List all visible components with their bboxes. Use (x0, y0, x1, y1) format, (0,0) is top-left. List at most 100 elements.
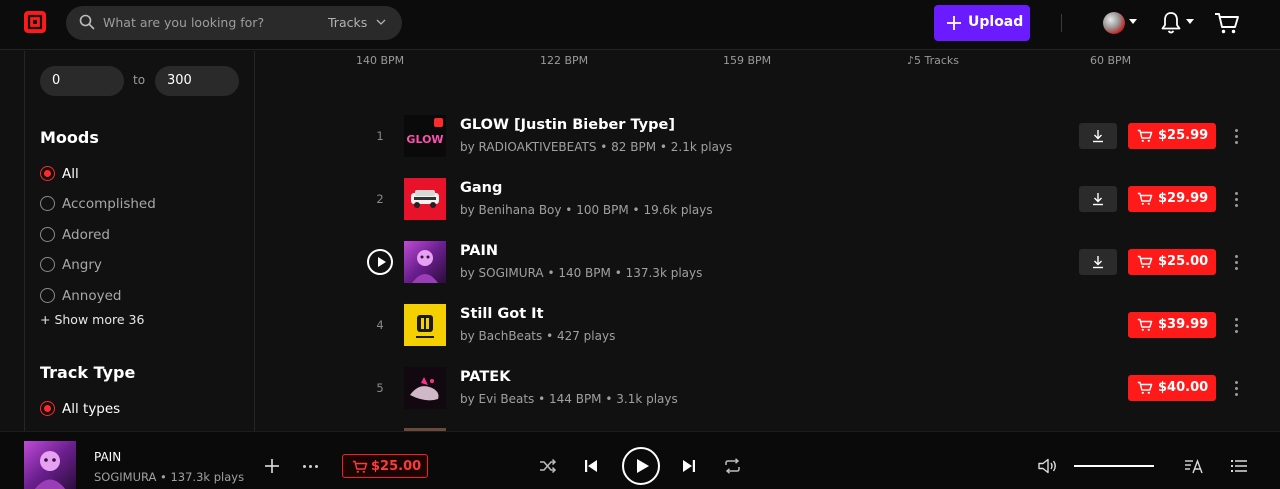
download-icon (1093, 193, 1103, 206)
track-row[interactable]: 4 Still Got It by BachBeats • 427 plays (256, 298, 1280, 356)
track-row[interactable]: 2 Gang by Benihana Boy • 100 BPM • 19.6k… (256, 172, 1280, 230)
radio-button[interactable] (40, 288, 55, 303)
radio-selected[interactable] (40, 166, 55, 181)
now-playing-artwork[interactable] (24, 441, 76, 489)
top-strip-bpm: 122 BPM (540, 54, 589, 67)
chevron-down-icon[interactable] (376, 18, 386, 26)
price-label: $25.99 (1158, 128, 1209, 143)
logo-icon[interactable] (24, 11, 46, 33)
search-input[interactable]: What are you looking for? (103, 15, 264, 30)
chevron-down-icon[interactable] (1186, 19, 1194, 25)
more-icon[interactable] (1228, 376, 1244, 400)
top-strip-bpm: 60 BPM (1090, 54, 1132, 67)
radio-button[interactable] (40, 257, 55, 272)
bpm-max-input[interactable]: 300 (155, 66, 239, 96)
track-artwork[interactable] (404, 367, 446, 409)
track-meta[interactable]: by SOGIMURA • 140 BPM • 137.3k plays (460, 266, 702, 280)
repeat-icon[interactable] (724, 458, 741, 474)
player-buy-button[interactable]: $25.00 (342, 454, 428, 478)
mood-option-adored[interactable]: Adored (40, 225, 240, 245)
previous-icon[interactable] (584, 458, 598, 474)
app-window: What are you looking for? Tracks Upload (0, 0, 1280, 489)
mood-option-annoyed[interactable]: Annoyed (40, 286, 240, 306)
buy-button[interactable]: $39.99 (1128, 312, 1216, 338)
cart-icon (1137, 381, 1153, 394)
volume-level (1074, 465, 1154, 467)
more-icon[interactable] (1228, 250, 1244, 274)
buy-button[interactable]: $40.00 (1128, 375, 1216, 401)
play-icon[interactable] (367, 249, 393, 275)
download-icon (1093, 256, 1103, 269)
radio-selected[interactable] (40, 401, 55, 416)
track-title[interactable]: PAIN (460, 243, 498, 259)
shuffle-icon[interactable] (539, 458, 557, 474)
filters-sidebar: 0 to 300 Moods All Accomplished Adored A… (24, 51, 255, 431)
download-icon (1093, 130, 1103, 143)
queue-icon[interactable] (1230, 458, 1248, 474)
track-row[interactable]: 5 PATEK by Evi Beats • 144 BPM • 3.1k pl… (256, 361, 1280, 419)
lyrics-icon[interactable] (1184, 458, 1204, 474)
mood-option-angry[interactable]: Angry (40, 255, 240, 275)
play-icon[interactable] (622, 447, 660, 485)
top-strip-bpm: 140 BPM (356, 54, 405, 67)
more-icon[interactable] (1228, 187, 1244, 211)
cart-icon (352, 460, 368, 473)
more-icon[interactable] (301, 465, 321, 469)
search-scope-select[interactable]: Tracks (328, 15, 367, 30)
volume-icon[interactable] (1038, 458, 1058, 474)
header-divider (1061, 14, 1062, 32)
track-title[interactable]: GLOW [Justin Bieber Type] (460, 117, 675, 133)
track-number: 2 (376, 192, 384, 206)
track-row-playing[interactable]: PAIN by SOGIMURA • 140 BPM • 137.3k play… (256, 235, 1280, 293)
mood-option-all[interactable]: All (40, 164, 240, 184)
moods-heading: Moods (40, 128, 99, 147)
radio-button[interactable] (40, 196, 55, 211)
track-title[interactable]: PATEK (460, 369, 510, 385)
price-label: $39.99 (1158, 317, 1209, 332)
track-row[interactable]: 1 GLOW GLOW [Justin Bieber Type] by RADI… (256, 109, 1280, 167)
track-artwork[interactable] (404, 178, 446, 220)
track-meta[interactable]: by BachBeats • 427 plays (460, 329, 615, 343)
more-icon[interactable] (1228, 124, 1244, 148)
buy-button[interactable]: $25.99 (1128, 123, 1216, 149)
buy-button[interactable]: $25.00 (1128, 249, 1216, 275)
download-button[interactable] (1079, 186, 1117, 212)
upload-button[interactable]: Upload (934, 5, 1030, 41)
cart-icon[interactable] (1214, 11, 1240, 35)
chevron-down-icon[interactable] (1129, 19, 1137, 25)
download-button[interactable] (1079, 123, 1117, 149)
show-more-moods-link[interactable]: + Show more 36 (40, 312, 144, 327)
plus-icon[interactable] (264, 458, 280, 474)
track-type-option-all[interactable]: All types (40, 399, 240, 419)
track-type-heading: Track Type (40, 363, 136, 382)
track-artwork[interactable] (404, 304, 446, 346)
now-playing-title[interactable]: PAIN (94, 450, 121, 464)
player-price-label: $25.00 (371, 459, 422, 474)
track-title[interactable]: Gang (460, 180, 502, 196)
track-number: 5 (376, 381, 384, 395)
mood-option-accomplished[interactable]: Accomplished (40, 194, 240, 214)
radio-button[interactable] (40, 227, 55, 242)
more-icon[interactable] (1228, 313, 1244, 337)
avatar[interactable] (1103, 12, 1125, 34)
next-icon[interactable] (682, 458, 696, 474)
track-meta[interactable]: by Benihana Boy • 100 BPM • 19.6k plays (460, 203, 713, 217)
download-button[interactable] (1079, 249, 1117, 275)
bpm-min-input[interactable]: 0 (40, 66, 124, 96)
track-meta[interactable]: by RADIOAKTIVEBEATS • 82 BPM • 2.1k play… (460, 140, 732, 154)
now-playing-meta[interactable]: SOGIMURA • 137.3k plays (94, 470, 244, 484)
top-strip-track-count: ♪5 Tracks (907, 54, 960, 67)
mood-option-label: Annoyed (62, 288, 122, 304)
upload-label: Upload (968, 14, 1024, 30)
track-number: 1 (376, 129, 384, 143)
track-meta[interactable]: by Evi Beats • 144 BPM • 3.1k plays (460, 392, 678, 406)
track-artwork[interactable] (404, 241, 446, 283)
buy-button[interactable]: $29.99 (1128, 186, 1216, 212)
track-title[interactable]: Still Got It (460, 306, 544, 322)
player-bar: PAIN SOGIMURA • 137.3k plays $25.00 (0, 431, 1280, 489)
track-artwork[interactable]: GLOW (404, 115, 446, 157)
search-bar[interactable]: What are you looking for? Tracks (66, 6, 402, 40)
price-label: $40.00 (1158, 380, 1209, 395)
bell-icon[interactable] (1160, 11, 1182, 35)
volume-slider[interactable] (1074, 465, 1154, 467)
